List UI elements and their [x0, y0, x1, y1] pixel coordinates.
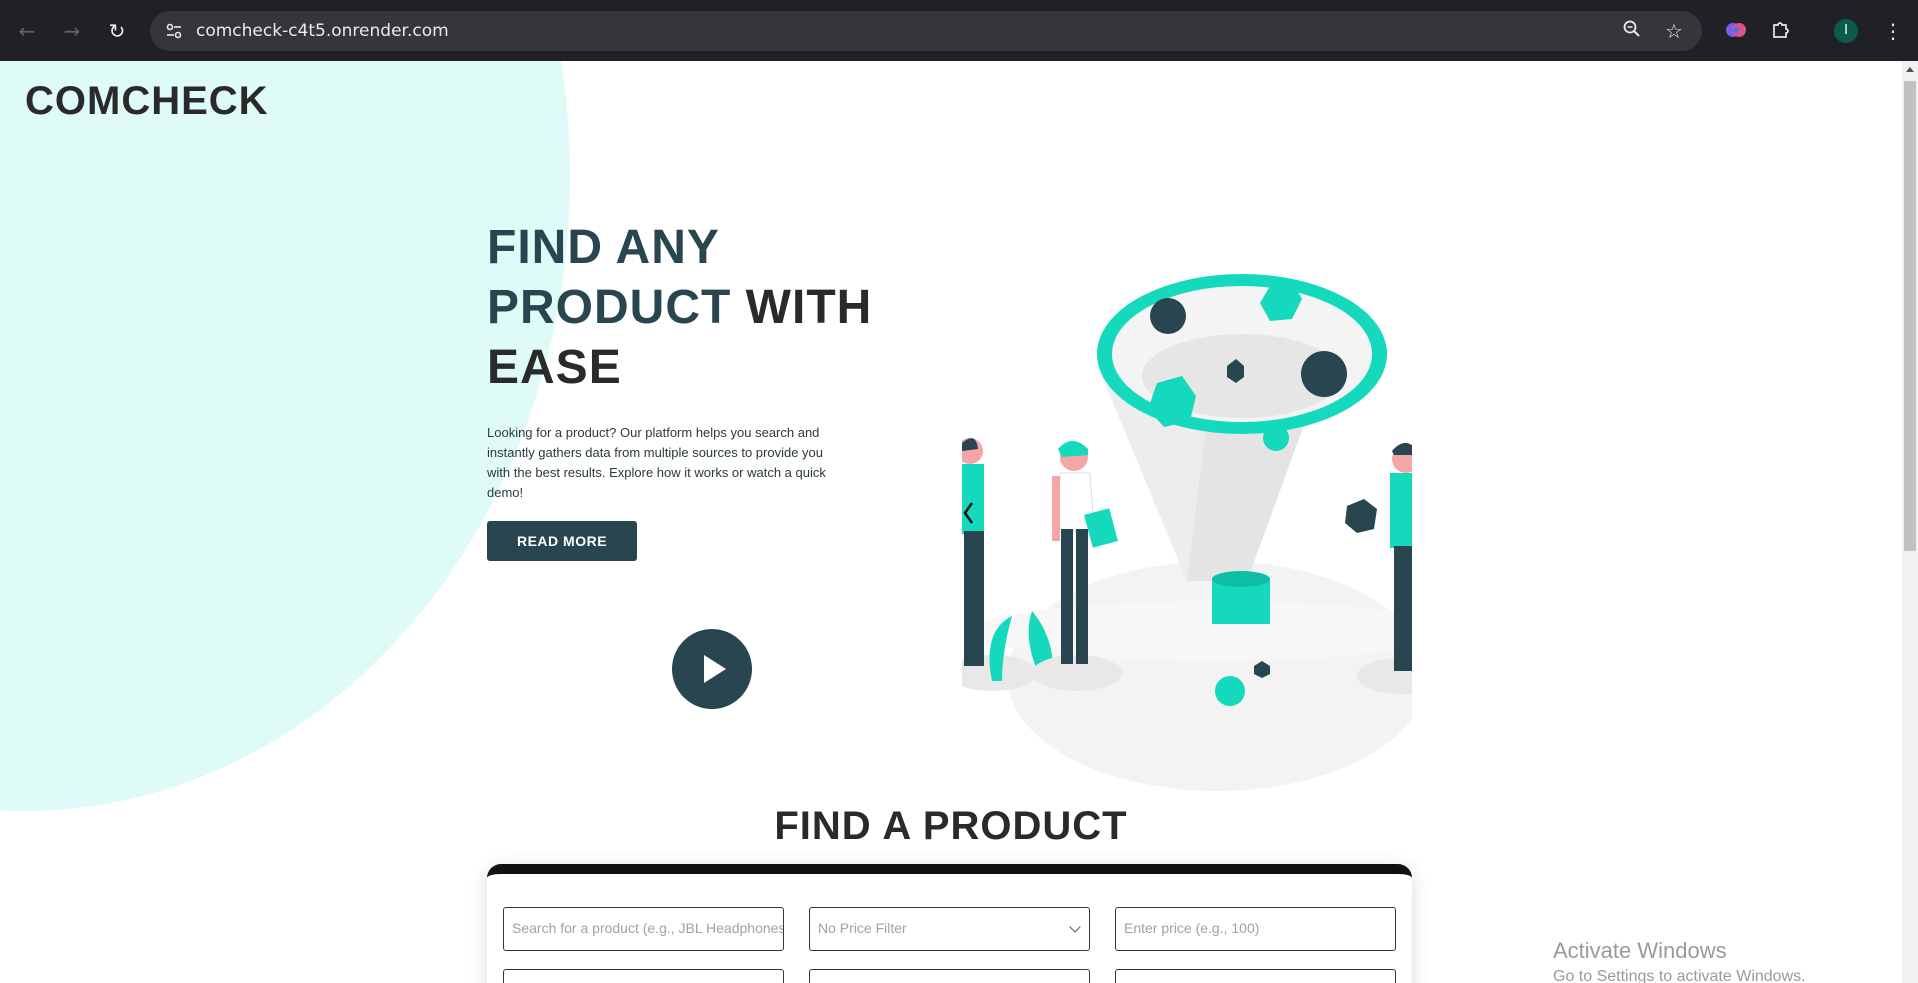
- back-icon[interactable]: ←: [12, 16, 42, 46]
- category-select[interactable]: All Categories: [809, 969, 1090, 983]
- price-input[interactable]: Enter price (e.g., 100): [1115, 907, 1396, 951]
- puzzle-icon[interactable]: [1768, 18, 1794, 44]
- background-blob: [0, 61, 570, 811]
- forward-icon[interactable]: →: [57, 16, 87, 46]
- hero-title: FIND ANY PRODUCT WITH EASE: [487, 218, 907, 398]
- activate-subtitle: Go to Settings to activate Windows.: [1553, 968, 1806, 983]
- site-info-icon[interactable]: [164, 21, 184, 41]
- reload-icon[interactable]: ↻: [102, 16, 132, 46]
- address-bar[interactable]: comcheck-c4t5.onrender.com ☆: [150, 11, 1702, 51]
- hero-title-accent: FIND ANY PRODUCT: [487, 221, 732, 334]
- star-icon[interactable]: ☆: [1662, 19, 1686, 43]
- hero-description: Looking for a product? Our platform help…: [487, 425, 826, 500]
- play-icon: [704, 655, 726, 683]
- search-type-select[interactable]: Simple Search: [503, 969, 784, 983]
- search-form: Search for a product (e.g., JBL Headphon…: [487, 864, 1412, 983]
- page-scrollbar[interactable]: [1902, 61, 1918, 983]
- extension-icon[interactable]: [1723, 18, 1749, 44]
- windows-activation-watermark: Activate Windows Go to Settings to activ…: [1553, 938, 1806, 983]
- url-text[interactable]: comcheck-c4t5.onrender.com: [196, 21, 449, 41]
- profile-avatar[interactable]: I: [1834, 19, 1858, 43]
- zoom-icon[interactable]: [1620, 19, 1644, 43]
- page-viewport: COMCHECK FIND ANY PRODUCT WITH EASE Look…: [0, 61, 1902, 983]
- site-logo[interactable]: COMCHECK: [25, 79, 269, 124]
- price-filter-value: No Price Filter: [818, 920, 907, 936]
- chevron-down-icon: [1069, 921, 1081, 933]
- menu-icon[interactable]: ⋮: [1880, 18, 1906, 44]
- browser-toolbar: ← → ↻ comcheck-c4t5.onrender.com ☆ I ⋮: [0, 0, 1918, 61]
- product-search-input[interactable]: Search for a product (e.g., JBL Headphon…: [503, 907, 784, 951]
- scrollbar-thumb[interactable]: [1904, 81, 1916, 551]
- location-input[interactable]: Your location: [1115, 969, 1396, 983]
- scroll-up-arrow-icon[interactable]: [1906, 67, 1914, 72]
- find-product-title: FIND A PRODUCT: [774, 804, 1128, 848]
- price-filter-select[interactable]: No Price Filter: [809, 907, 1090, 951]
- hero-illustration: [962, 274, 1412, 791]
- read-more-button[interactable]: READ MORE: [487, 521, 637, 561]
- activate-title: Activate Windows: [1553, 938, 1727, 963]
- play-demo-button[interactable]: [672, 629, 752, 709]
